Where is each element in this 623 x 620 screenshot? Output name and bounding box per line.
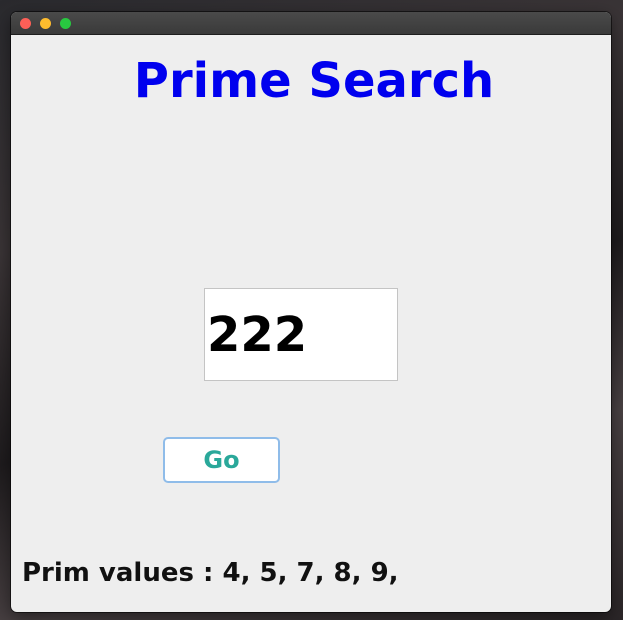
minimize-window-icon[interactable]: [40, 18, 51, 29]
title-bar[interactable]: [11, 12, 611, 35]
result-text: Prim values : 4, 5, 7, 8, 9,: [22, 558, 399, 588]
main-content: Prime Search Go Prim values : 4, 5, 7, 8…: [11, 35, 611, 612]
maximize-window-icon[interactable]: [60, 18, 71, 29]
number-input[interactable]: [204, 288, 398, 381]
close-window-icon[interactable]: [20, 18, 31, 29]
result-values: 4, 5, 7, 8, 9,: [222, 558, 399, 588]
go-button[interactable]: Go: [163, 437, 280, 483]
result-label: Prim values :: [22, 558, 214, 588]
page-title: Prime Search: [133, 53, 495, 109]
app-window: Prime Search Go Prim values : 4, 5, 7, 8…: [11, 12, 611, 612]
